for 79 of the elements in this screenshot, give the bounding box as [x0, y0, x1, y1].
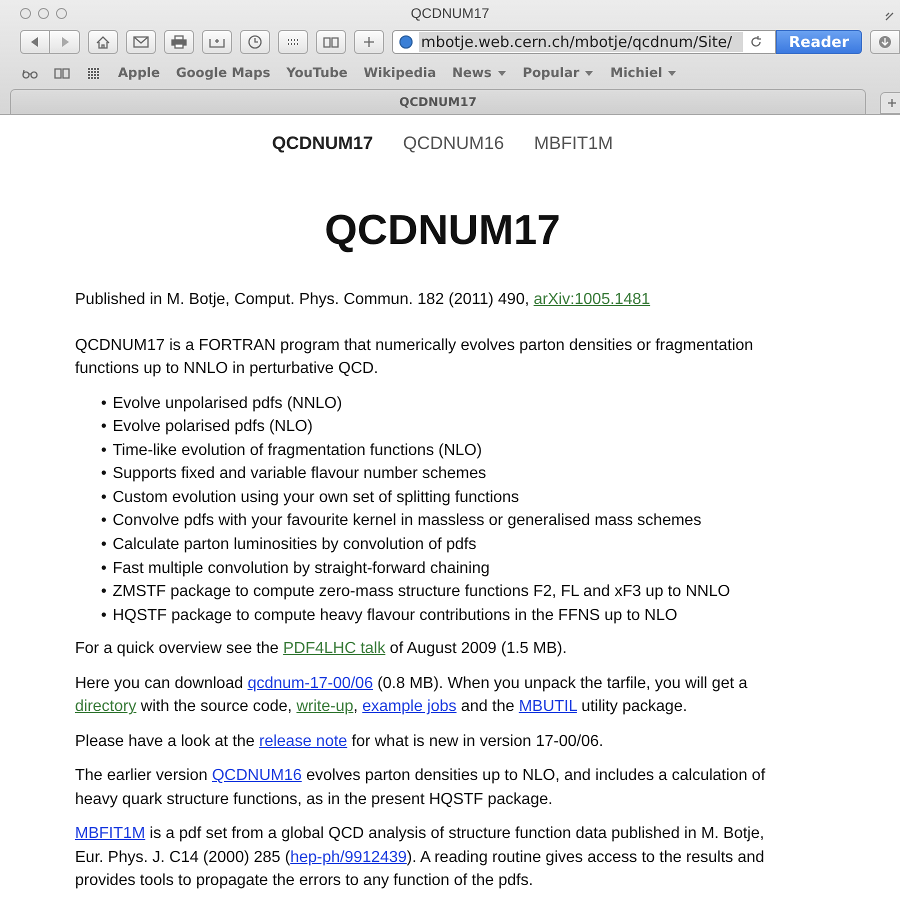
bullet: • — [101, 417, 107, 438]
site-nav-link[interactable]: QCDNUM16 — [403, 133, 504, 154]
bookmark-item[interactable]: Apple — [118, 66, 160, 80]
paragraph: Here you can download qcdnum-17-00/06 (0.8 MB). When you unpack the tarfile, you will get a directory with the source code, write-up, example jobs and the MBUTIL utility package. — [75, 674, 748, 718]
bookmark-item[interactable]: YouTube — [286, 66, 348, 80]
book-icon — [323, 35, 339, 49]
bullet: • — [101, 440, 107, 461]
bookmark-item[interactable]: Wikipedia — [364, 66, 436, 80]
feature-item: Custom evolution using your own set of splitting functions — [112, 488, 520, 508]
link[interactable]: hep-ph/9912439 — [290, 848, 407, 866]
toolbar-button[interactable] — [164, 30, 194, 54]
feature-item: Convolve pdfs with your favourite kernel in massless or generalised mass schemes — [112, 511, 702, 532]
feature-item: Time-like evolution of fragmentation functions (NLO) — [112, 440, 482, 461]
link[interactable]: PDF4LHC talk — [283, 640, 386, 658]
new-tab-button[interactable] — [880, 92, 900, 114]
caret-icon — [584, 69, 594, 77]
home-icon — [95, 35, 111, 49]
bullet: • — [101, 464, 107, 484]
printer-icon — [171, 35, 187, 49]
bookmark-item[interactable]: Popular — [522, 66, 594, 80]
window-title: QCDNUM17 — [410, 5, 490, 21]
bookmark-item[interactable]: Michiel — [610, 66, 678, 80]
caret-icon — [667, 69, 678, 77]
bullet: • — [101, 582, 107, 602]
toolbar-button[interactable] — [278, 30, 308, 54]
bookmark-item[interactable]: Google Maps — [176, 66, 270, 80]
bullet: • — [101, 394, 107, 414]
bullet: • — [101, 535, 107, 556]
link[interactable]: qcdnum-17-00/06 — [248, 674, 373, 692]
book-icon — [54, 66, 70, 80]
mail-icon — [133, 35, 149, 49]
bookmark-item[interactable]: News — [452, 66, 507, 80]
link[interactable]: MBUTIL — [518, 698, 577, 716]
toolbar-button[interactable] — [202, 30, 232, 54]
bullet: • — [101, 558, 107, 579]
clock-icon — [247, 35, 263, 49]
link[interactable]: write-up — [296, 698, 354, 716]
feature-item: HQSTF package to compute heavy flavour contributions in the FFNS up to NLO — [112, 606, 678, 626]
link[interactable]: MBFIT1M — [75, 825, 146, 842]
site-nav-link[interactable]: QCDNUM17 — [272, 133, 373, 154]
browser-tab[interactable]: QCDNUM17 — [10, 89, 866, 114]
link[interactable]: QCDNUM16 — [212, 767, 302, 784]
feature-item: Fast multiple convolution by straight-forward chaining — [112, 558, 490, 579]
reader-button[interactable]: Reader — [776, 30, 862, 54]
toolbar-button[interactable] — [88, 30, 118, 54]
bullet: • — [101, 606, 107, 626]
link[interactable]: example jobs — [362, 698, 457, 716]
back-button[interactable] — [20, 30, 50, 54]
bullet: • — [101, 511, 107, 532]
feature-item: Evolve unpolarised pdfs (NNLO) — [112, 394, 342, 414]
toolbar-button[interactable] — [126, 30, 156, 54]
paragraph: Please have a look at the release note for what is new in version 17-00/06. — [75, 732, 604, 752]
paragraph: MBFIT1M is a pdf set from a global QCD analysis of structure function data published in M. Botje, Eur. Phys. J. C14 (2000) 285 (hep-ph/9912439). A reading routine gives access to the results and provides tools to propagate the errors to any function of the pdfs. — [75, 824, 766, 892]
toolbar-button[interactable] — [354, 30, 384, 54]
toolbar-button[interactable] — [240, 30, 270, 54]
paragraph: For a quick overview see the PDF4LHC talk of August 2009 (1.5 MB). — [75, 639, 568, 660]
link[interactable]: directory — [75, 698, 136, 716]
globe-icon — [398, 35, 414, 49]
paragraph: The earlier version QCDNUM16 evolves parton densities up to NLO, and includes a calculation of heavy quark structure functions, as in the present HQSTF package. — [75, 766, 766, 810]
download-button[interactable] — [870, 30, 900, 54]
grid-icon — [86, 66, 102, 80]
feature-item: Supports fixed and variable flavour number schemes — [112, 464, 486, 484]
plus-icon — [887, 98, 897, 108]
site-nav-link[interactable]: MBFIT1M — [534, 133, 614, 154]
bullet: • — [101, 488, 107, 508]
link[interactable]: arXiv:1005.1481 — [534, 291, 650, 308]
toolbar-button[interactable] — [316, 30, 346, 54]
address-field[interactable]: mbotje.web.cern.ch/mbotje/qcdnum/Site/ — [392, 30, 776, 54]
intro-paragraph: QCDNUM17 is a FORTRAN program that numerically evolves parton densities or fragmentation functions up to NNLO in perturbative QCD. — [75, 336, 754, 379]
link[interactable]: release note — [259, 732, 348, 750]
feature-item: Evolve polarised pdfs (NLO) — [112, 417, 313, 438]
caret-icon — [496, 69, 507, 77]
plus-icon — [361, 35, 377, 49]
download-icon — [877, 35, 893, 49]
citation-text: Published in M. Botje, Comput. Phys. Commun. 182 (2011) 490, arXiv:1005.1481 — [75, 290, 652, 310]
feature-item: ZMSTF package to compute zero-mass structure functions F2, FL and xF3 up to NNLO — [112, 582, 730, 602]
page-heading: QCDNUM17 — [324, 206, 562, 254]
resize-icon — [884, 11, 894, 21]
feature-item: Calculate parton luminosities by convolution of pdfs — [112, 535, 476, 556]
